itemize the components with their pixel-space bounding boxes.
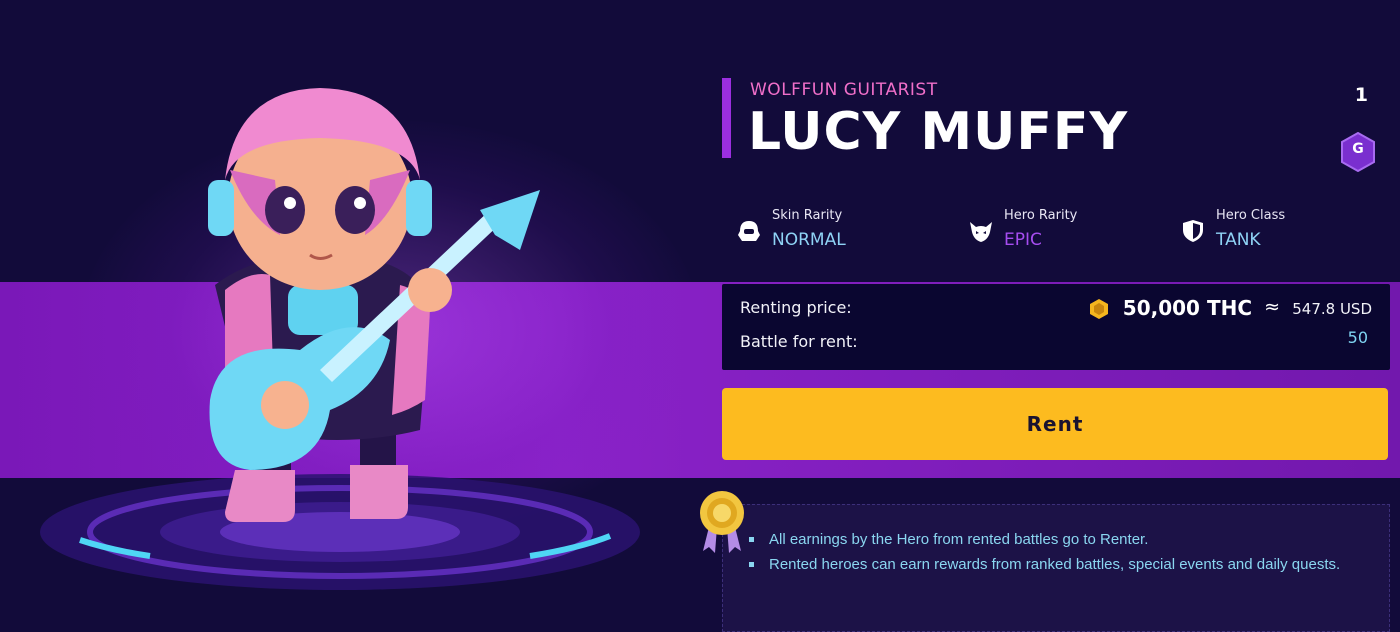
stat-value: EPIC <box>1004 230 1042 250</box>
mech-helmet-icon <box>738 221 760 241</box>
rental-price-box: Renting price: 50,000 THC ≈ 547.8 USD Ba… <box>722 284 1390 370</box>
hero-info-panel: WOLFFUN GUITARIST LUCY MUFFY 1 G Skin Ra… <box>700 78 1390 632</box>
demon-mask-icon <box>970 222 992 242</box>
stat-label: Hero Class <box>1216 208 1286 223</box>
rental-notes-box: All earnings by the Hero from rented bat… <box>700 491 1390 632</box>
renting-price-label: Renting price: <box>740 298 852 317</box>
thc-coin-icon <box>1090 299 1108 319</box>
renting-price-thc: 50,000 THC <box>1122 296 1252 320</box>
battle-for-rent-value: 50 <box>1347 328 1368 347</box>
notes-list: All earnings by the Hero from rented bat… <box>747 527 1367 577</box>
hero-count: 1 <box>1354 84 1368 106</box>
approx-symbol: ≈ <box>1264 296 1280 318</box>
shield-icon <box>1183 220 1203 242</box>
title-accent-bar <box>722 78 731 158</box>
hero-subtitle: WOLFFUN GUITARIST <box>750 80 938 100</box>
rent-button[interactable]: Rent <box>722 388 1388 460</box>
battle-for-rent-label: Battle for rent: <box>740 332 858 351</box>
stat-value: TANK <box>1216 230 1261 250</box>
stat-label: Skin Rarity <box>772 208 843 223</box>
stat-value: NORMAL <box>772 230 846 250</box>
grade-letter: G <box>1352 141 1364 157</box>
medal-icon <box>700 491 744 553</box>
renting-price-usd: 547.8 USD <box>1292 300 1372 318</box>
hero-name: LUCY MUFFY <box>748 102 1129 162</box>
list-item: All earnings by the Hero from rented bat… <box>747 527 1367 552</box>
hero-illustration <box>40 88 640 590</box>
stat-label: Hero Rarity <box>1004 208 1078 223</box>
list-item: Rented heroes can earn rewards from rank… <box>747 552 1367 577</box>
grade-badge: G <box>1340 131 1376 173</box>
